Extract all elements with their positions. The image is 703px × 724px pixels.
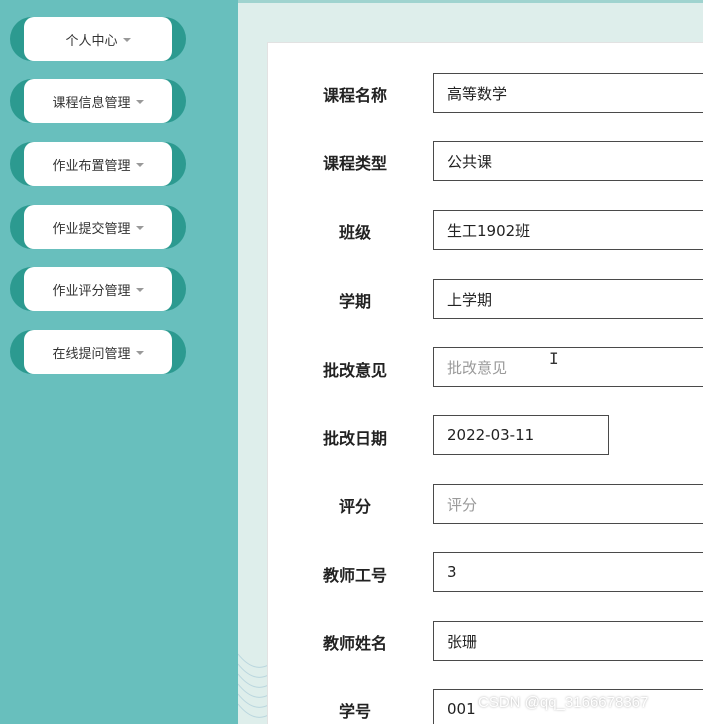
sidebar-item-personal-center[interactable]: 个人中心 (10, 17, 186, 61)
review-comment-input[interactable]: 批改意见 (433, 347, 703, 387)
sidebar-item-label: 作业评分管理 (52, 283, 131, 299)
nav-pill: 在线提问管理 (24, 330, 172, 374)
semester-label: 学期 (338, 294, 371, 311)
student-id-label: 学号 (338, 704, 371, 721)
class-field[interactable]: 生工1902班 (433, 210, 703, 250)
course-type-label: 课程类型 (322, 156, 387, 173)
sidebar-item-homework-grading[interactable]: 作业评分管理 (10, 267, 186, 311)
caret-down-icon (135, 351, 144, 355)
sidebar-item-homework-assign[interactable]: 作业布置管理 (10, 142, 186, 186)
sidebar: 个人中心 课程信息管理 作业布置管理 作业提交管理 作业评分管理 在线提问管理 (0, 0, 238, 724)
sidebar-item-label: 个人中心 (65, 33, 118, 49)
nav-pill: 作业评分管理 (24, 267, 172, 311)
sidebar-item-homework-submit[interactable]: 作业提交管理 (10, 205, 186, 249)
teacher-id-label: 教师工号 (322, 568, 387, 585)
teacher-id-field[interactable]: 3 (433, 552, 703, 592)
review-date-label: 批改日期 (322, 431, 387, 448)
nav-pill: 作业布置管理 (24, 142, 172, 186)
teacher-name-field[interactable]: 张珊 (433, 621, 703, 661)
review-comment-label: 批改意见 (322, 363, 387, 380)
nav-pill: 个人中心 (24, 17, 172, 61)
class-label: 班级 (338, 225, 371, 242)
score-input[interactable]: 评分 (433, 484, 703, 524)
nav-pill: 课程信息管理 (24, 79, 172, 123)
course-type-field[interactable]: 公共课 (433, 141, 703, 181)
caret-down-icon (135, 226, 144, 230)
watermark-text: CSDN @qq_3166678367 (478, 694, 649, 711)
sidebar-item-label: 作业布置管理 (52, 158, 131, 174)
course-name-field[interactable]: 高等数学 (433, 73, 703, 113)
sidebar-item-label: 课程信息管理 (52, 95, 131, 111)
teacher-name-label: 教师姓名 (322, 636, 387, 653)
semester-field[interactable]: 上学期 (433, 279, 703, 319)
course-name-label: 课程名称 (322, 88, 387, 105)
caret-down-icon (135, 288, 144, 292)
sidebar-item-label: 在线提问管理 (52, 346, 131, 362)
text-cursor-icon: I (549, 349, 559, 368)
review-date-field[interactable]: 2022-03-11 (433, 415, 609, 455)
nav-pill: 作业提交管理 (24, 205, 172, 249)
wave-pattern-icon (238, 653, 270, 718)
caret-down-icon (135, 163, 144, 167)
sidebar-item-course-info[interactable]: 课程信息管理 (10, 79, 186, 123)
sidebar-item-label: 作业提交管理 (52, 221, 131, 237)
score-label: 评分 (338, 499, 371, 516)
decorative-lines (238, 614, 270, 724)
sidebar-item-online-question[interactable]: 在线提问管理 (10, 330, 186, 374)
caret-down-icon (122, 38, 131, 42)
caret-down-icon (135, 100, 144, 104)
